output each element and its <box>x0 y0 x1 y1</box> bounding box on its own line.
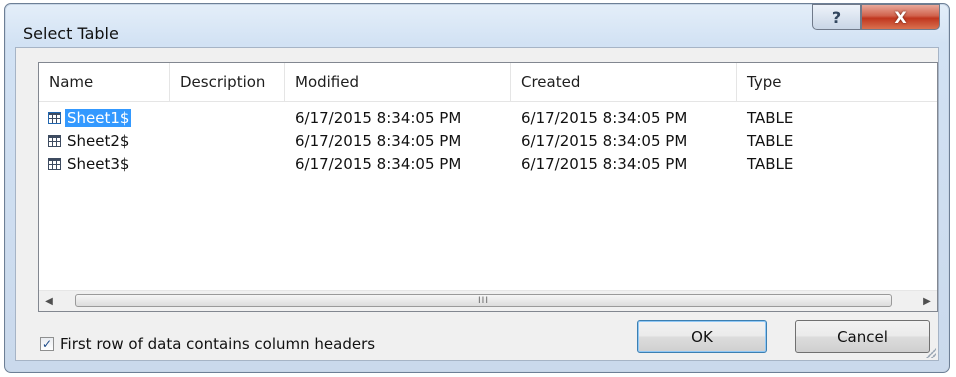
column-header-type[interactable]: Type <box>737 63 937 101</box>
scroll-right-icon[interactable]: ▶ <box>917 291 937 311</box>
row-modified: 6/17/2015 8:34:05 PM <box>295 155 462 173</box>
row-name: Sheet3$ <box>67 155 130 173</box>
table-row[interactable]: Sheet2$ 6/17/2015 8:34:05 PM 6/17/2015 8… <box>39 130 937 152</box>
row-name-cell: Sheet1$ <box>48 108 132 128</box>
column-header-name[interactable]: Name <box>39 63 170 101</box>
ok-button[interactable]: OK <box>637 320 767 353</box>
table-icon <box>48 135 61 147</box>
help-button[interactable]: ? <box>812 4 861 30</box>
table-icon <box>48 158 61 170</box>
row-created: 6/17/2015 8:34:05 PM <box>521 155 688 173</box>
row-type: TABLE <box>747 155 794 173</box>
table-list-view[interactable]: Name Description Modified Created Type S… <box>38 62 938 312</box>
table-row[interactable]: Sheet1$ 6/17/2015 8:34:05 PM 6/17/2015 8… <box>39 107 937 129</box>
first-row-headers-label[interactable]: First row of data contains column header… <box>60 335 375 353</box>
column-header-created[interactable]: Created <box>511 63 737 101</box>
scrollbar-grip-icon: III <box>478 296 489 306</box>
scrollbar-thumb[interactable]: III <box>75 294 892 307</box>
first-row-headers-option[interactable]: ✓ First row of data contains column head… <box>40 335 375 353</box>
close-button[interactable]: X <box>861 4 940 30</box>
dialog-title: Select Table <box>23 24 119 43</box>
cancel-button[interactable]: Cancel <box>795 320 930 353</box>
column-header-modified[interactable]: Modified <box>285 63 511 101</box>
row-type: TABLE <box>747 109 794 127</box>
row-type: TABLE <box>747 132 794 150</box>
row-modified: 6/17/2015 8:34:05 PM <box>295 132 462 150</box>
table-row[interactable]: Sheet3$ 6/17/2015 8:34:05 PM 6/17/2015 8… <box>39 153 937 175</box>
table-icon <box>48 112 61 124</box>
select-table-dialog: Select Table ? X Name Description Modifi… <box>4 3 950 373</box>
row-created: 6/17/2015 8:34:05 PM <box>521 132 688 150</box>
list-header: Name Description Modified Created Type <box>39 63 937 102</box>
row-name: Sheet1$ <box>65 109 132 127</box>
scroll-left-icon[interactable]: ◀ <box>39 291 59 311</box>
horizontal-scrollbar[interactable]: ◀ III ▶ <box>39 290 937 311</box>
resize-grip-icon[interactable] <box>926 348 936 358</box>
row-name-cell: Sheet3$ <box>48 154 131 174</box>
row-created: 6/17/2015 8:34:05 PM <box>521 109 688 127</box>
row-name-cell: Sheet2$ <box>48 131 131 151</box>
first-row-headers-checkbox[interactable]: ✓ <box>40 337 54 351</box>
column-header-description[interactable]: Description <box>170 63 285 101</box>
row-name: Sheet2$ <box>67 132 130 150</box>
dialog-client-area: Name Description Modified Created Type S… <box>15 47 939 361</box>
row-modified: 6/17/2015 8:34:05 PM <box>295 109 462 127</box>
